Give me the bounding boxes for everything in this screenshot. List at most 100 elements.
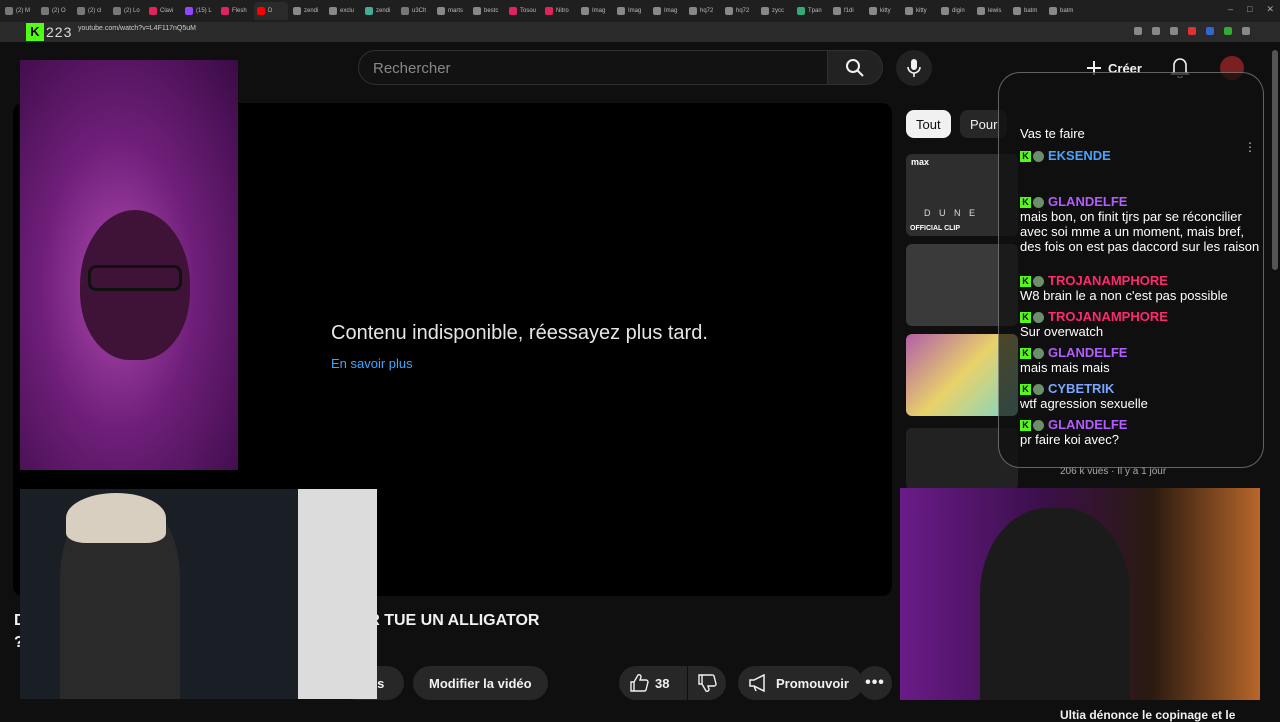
browser-tab[interactable]: f1di xyxy=(830,2,864,20)
chat-text: wtf agression sexuelle xyxy=(1020,396,1148,411)
minimize-icon[interactable]: – xyxy=(1228,4,1233,15)
browser-tab[interactable]: bestc xyxy=(470,2,504,20)
search-input[interactable] xyxy=(359,51,815,86)
browser-tab[interactable]: kitty xyxy=(902,2,936,20)
extension-icon[interactable] xyxy=(1152,27,1160,35)
browser-tab[interactable]: Imag xyxy=(578,2,612,20)
tab-favicon-icon xyxy=(941,7,949,15)
browser-tab[interactable]: (2) O xyxy=(38,2,72,20)
tab-favicon-icon xyxy=(401,7,409,15)
browser-tab[interactable]: hq72 xyxy=(722,2,756,20)
edit-video-button[interactable]: Modifier la vidéo xyxy=(413,666,548,700)
tab-label: Tpan xyxy=(808,8,822,14)
extension-icon[interactable] xyxy=(1134,27,1142,35)
unavailable-message: Contenu indisponible, réessayez plus tar… xyxy=(331,322,708,344)
chat-username[interactable]: TROJANAMPHORE xyxy=(1048,273,1168,288)
kick-badge-icon: K xyxy=(1020,151,1031,163)
tab-label: zendi xyxy=(376,8,391,14)
emote-badge-icon xyxy=(1033,197,1044,209)
tab-label: zendi xyxy=(304,8,319,14)
chat-username[interactable]: GLANDELFE xyxy=(1048,345,1127,360)
extension-icon[interactable] xyxy=(1242,27,1250,35)
chip-all[interactable]: Tout xyxy=(906,110,951,138)
search-box xyxy=(358,50,828,86)
chat-message: Vas te faire xyxy=(1020,126,1260,141)
chat-username[interactable]: EKSENDE xyxy=(1048,148,1111,163)
chat-text: pr faire koi avec? xyxy=(1020,432,1119,447)
browser-tab[interactable]: zycc xyxy=(758,2,792,20)
extension-icon[interactable] xyxy=(1188,27,1196,35)
tab-label: Imag xyxy=(592,8,606,14)
chat-username[interactable]: GLANDELFE xyxy=(1048,417,1127,432)
more-actions-button[interactable]: ••• xyxy=(858,666,892,700)
dislike-button[interactable] xyxy=(688,666,726,700)
browser-tab[interactable]: marts xyxy=(434,2,468,20)
chat-username[interactable]: GLANDELFE xyxy=(1048,194,1127,209)
browser-tab[interactable]: kitty xyxy=(866,2,900,20)
browser-tab[interactable]: u3Clt xyxy=(398,2,432,20)
webcam-overlay-bottom-left xyxy=(20,489,377,699)
tab-favicon-icon xyxy=(905,7,913,15)
url-text[interactable]: youtube.com/watch?v=L4F117nQ5uM xyxy=(78,25,196,32)
tab-favicon-icon xyxy=(725,7,733,15)
browser-tab[interactable]: digin xyxy=(938,2,972,20)
extension-icon[interactable] xyxy=(1170,27,1178,35)
extension-icon[interactable] xyxy=(1206,27,1214,35)
tab-label: zycc xyxy=(772,8,784,14)
tab-favicon-icon xyxy=(293,7,301,15)
promote-button[interactable]: Promouvoir xyxy=(738,666,863,700)
tab-label: Clavi xyxy=(160,8,174,14)
scrollbar[interactable] xyxy=(1272,50,1278,270)
browser-tab[interactable]: (15) L xyxy=(182,2,216,20)
voice-search-button[interactable] xyxy=(896,50,932,86)
browser-tab[interactable]: (2) cl xyxy=(74,2,108,20)
promote-label: Promouvoir xyxy=(776,675,849,691)
browser-tab[interactable]: batm xyxy=(1010,2,1044,20)
emote-badge-icon xyxy=(1033,384,1044,396)
browser-tab[interactable]: D xyxy=(254,2,288,20)
browser-tab[interactable]: Imag xyxy=(614,2,648,20)
tab-label: digin xyxy=(952,8,965,14)
browser-tab[interactable]: Imag xyxy=(650,2,684,20)
chat-username[interactable]: TROJANAMPHORE xyxy=(1048,309,1168,324)
browser-tab[interactable]: hq72 xyxy=(686,2,720,20)
chat-menu-icon[interactable]: ⋮ xyxy=(1244,140,1256,154)
like-button[interactable]: 38 xyxy=(619,666,687,700)
thumbs-down-icon xyxy=(698,674,717,692)
tab-favicon-icon xyxy=(149,7,157,15)
browser-tab[interactable]: Tpan xyxy=(794,2,828,20)
extension-icon[interactable] xyxy=(1224,27,1232,35)
edit-video-label: Modifier la vidéo xyxy=(429,675,532,691)
kick-overlay-logo: K 223 xyxy=(26,22,82,42)
tab-label: Nitro xyxy=(556,8,569,14)
browser-tab[interactable]: exclu xyxy=(326,2,360,20)
browser-tab[interactable]: Nitro xyxy=(542,2,576,20)
browser-tab[interactable]: Clavi xyxy=(146,2,180,20)
browser-tab[interactable]: zendi xyxy=(362,2,396,20)
tab-label: (2) O xyxy=(52,8,66,14)
close-icon[interactable]: ✕ xyxy=(1266,4,1274,15)
microphone-icon xyxy=(907,59,921,77)
tab-favicon-icon xyxy=(221,7,229,15)
tab-favicon-icon xyxy=(509,7,517,15)
chat-badges: K xyxy=(1020,276,1044,288)
tab-favicon-icon xyxy=(257,7,265,15)
tab-label: Imag xyxy=(664,8,678,14)
extension-icons xyxy=(1134,27,1250,35)
browser-tab[interactable]: lewis xyxy=(974,2,1008,20)
browser-tab[interactable]: (2) Lo xyxy=(110,2,144,20)
browser-tab[interactable]: (2) M xyxy=(2,2,36,20)
thumbs-up-icon xyxy=(630,674,649,692)
browser-tab[interactable]: zendi xyxy=(290,2,324,20)
chat-badges: K xyxy=(1020,420,1044,432)
browser-tab[interactable]: Tosou xyxy=(506,2,540,20)
learn-more-link[interactable]: En savoir plus xyxy=(331,356,413,371)
chat-username[interactable]: CYBETRIK xyxy=(1048,381,1114,396)
tab-favicon-icon xyxy=(1049,7,1057,15)
search-button[interactable] xyxy=(827,50,883,85)
browser-tab[interactable]: Flesh xyxy=(218,2,252,20)
browser-tab[interactable]: batm xyxy=(1046,2,1080,20)
tab-label: kitty xyxy=(880,8,891,14)
maximize-icon[interactable]: □ xyxy=(1247,4,1252,15)
chat-badges: K xyxy=(1020,312,1044,324)
